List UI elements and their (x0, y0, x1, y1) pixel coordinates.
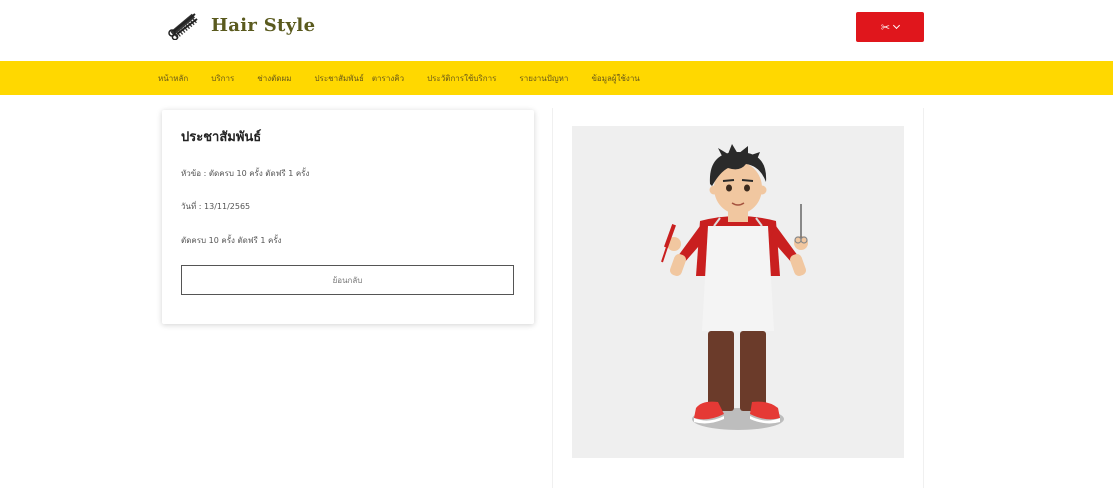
chevron-down-icon (893, 21, 901, 30)
scissors-icon: ✂ (880, 20, 891, 34)
barber-illustration (572, 126, 904, 458)
user-menu-button[interactable]: ✂ (856, 12, 924, 42)
back-button[interactable]: ย้อนกลับ (181, 265, 514, 295)
nav-item-home[interactable]: หน้าหลัก (158, 72, 188, 85)
announcement-card: ประชาสัมพันธ์ หัวข้อ : ตัดครบ 10 ครั้ง ต… (162, 110, 534, 324)
brand[interactable]: Hair Style (165, 10, 315, 40)
announcement-subject: หัวข้อ : ตัดครบ 10 ครั้ง ตัดฟรี 1 ครั้ง (181, 169, 310, 178)
nav-item-barbers[interactable]: ช่างตัดผม (257, 72, 291, 85)
brand-name: Hair Style (211, 14, 316, 36)
nav-item-queue[interactable]: ตารางคิว (372, 72, 404, 85)
announcement-detail: ตัดครบ 10 ครั้ง ตัดฟรี 1 ครั้ง (181, 236, 282, 245)
main-nav: หน้าหลัก บริการ ช่างตัดผม ประชาสัมพันธ์ … (0, 61, 1113, 95)
announcement-date: วันที่ : 13/11/2565 (181, 202, 251, 211)
nav-item-profile[interactable]: ข้อมูลผู้ใช้งาน (591, 72, 639, 85)
nav-item-announcements[interactable]: ประชาสัมพันธ์ (314, 72, 363, 85)
card-title: ประชาสัมพันธ์ (181, 130, 262, 145)
nav-item-report[interactable]: รายงานปัญหา (519, 72, 568, 85)
nav-item-history[interactable]: ประวัติการใช้บริการ (427, 72, 496, 85)
scissors-comb-icon (168, 13, 198, 40)
site-header: Hair Style ✂ (0, 0, 1113, 61)
nav-item-services[interactable]: บริการ (211, 72, 234, 85)
